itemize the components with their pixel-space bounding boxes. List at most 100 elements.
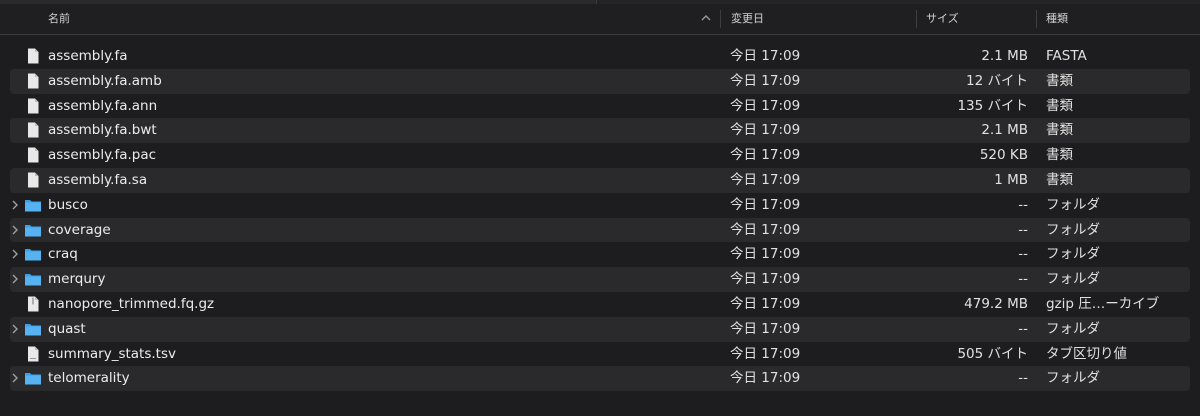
file-name: assembly.fa.amb xyxy=(48,72,162,89)
file-size: 2.1 MB xyxy=(981,122,1028,139)
modified-date: 今日 17:09 xyxy=(730,345,801,362)
file-kind: 書類 xyxy=(1046,122,1073,139)
folder-row[interactable]: busco 今日 17:09 -- フォルダ xyxy=(10,193,1190,218)
finder-list-view: 名前 変更日 サイズ 種類 assembly.fa 今日 17:09 2.1 MB F… xyxy=(0,0,1200,416)
file-kind: 書類 xyxy=(1046,171,1073,188)
document-icon xyxy=(28,98,39,114)
file-kind: タブ区切り値 xyxy=(1046,345,1127,362)
file-name: telomerality xyxy=(48,370,130,387)
file-size: 505 バイト xyxy=(957,345,1028,362)
column-header-name[interactable]: 名前 xyxy=(48,4,70,34)
modified-date: 今日 17:09 xyxy=(730,370,801,387)
column-header-date[interactable]: 変更日 xyxy=(731,4,764,34)
modified-date: 今日 17:09 xyxy=(730,48,801,64)
file-size: 135 バイト xyxy=(957,97,1028,114)
folder-row[interactable]: quast 今日 17:09 -- フォルダ xyxy=(10,316,1190,342)
folder-icon xyxy=(25,323,41,336)
file-size: -- xyxy=(1018,196,1028,213)
file-row[interactable]: nanopore_trimmed.fq.gz 今日 17:09 479.2 MB gz… xyxy=(10,292,1190,317)
file-size: -- xyxy=(1018,246,1028,263)
file-size: 2.1 MB xyxy=(981,48,1028,64)
modified-date: 今日 17:09 xyxy=(730,221,801,238)
document-icon xyxy=(28,48,39,64)
file-name: coverage xyxy=(48,221,111,238)
file-size: -- xyxy=(1018,221,1028,238)
modified-date: 今日 17:09 xyxy=(730,171,801,188)
file-size: -- xyxy=(1018,320,1028,337)
file-name: quast xyxy=(48,320,86,337)
file-row[interactable]: assembly.fa.amb 今日 17:09 12 バイト 書類 xyxy=(10,68,1190,94)
modified-date: 今日 17:09 xyxy=(730,320,801,337)
disclosure-chevron-icon[interactable] xyxy=(10,248,20,260)
disclosure-chevron-icon[interactable] xyxy=(10,199,20,211)
column-header-kind[interactable]: 種類 xyxy=(1046,4,1068,34)
disclosure-chevron-icon[interactable] xyxy=(10,372,20,384)
modified-date: 今日 17:09 xyxy=(730,147,801,164)
file-name: nanopore_trimmed.fq.gz xyxy=(48,295,215,312)
file-size: 520 KB xyxy=(979,147,1028,164)
file-kind: フォルダ xyxy=(1046,320,1100,337)
file-name: assembly.fa.bwt xyxy=(48,122,157,139)
file-kind: 書類 xyxy=(1046,147,1073,164)
file-kind: フォルダ xyxy=(1046,246,1100,263)
file-row[interactable]: assembly.fa.pac 今日 17:09 520 KB 書類 xyxy=(10,143,1190,168)
file-name: summary_stats.tsv xyxy=(48,345,176,362)
file-name: busco xyxy=(48,196,88,213)
file-size: 1 MB xyxy=(994,171,1028,188)
file-row[interactable]: summary_stats.tsv 今日 17:09 505 バイト タブ区切り値 xyxy=(10,342,1190,367)
folder-icon xyxy=(25,224,41,237)
disclosure-chevron-icon[interactable] xyxy=(10,323,20,335)
document-icon xyxy=(28,172,39,188)
file-size: 479.2 MB xyxy=(964,295,1028,312)
modified-date: 今日 17:09 xyxy=(730,122,801,139)
column-header-bar: 名前 変更日 サイズ 種類 xyxy=(0,4,1200,35)
modified-date: 今日 17:09 xyxy=(730,246,801,263)
file-name: assembly.fa.sa xyxy=(48,171,148,188)
file-kind: フォルダ xyxy=(1046,221,1100,238)
file-kind: FASTA xyxy=(1046,48,1087,64)
file-row[interactable]: assembly.fa 今日 17:09 2.1 MB FASTA xyxy=(10,44,1190,69)
column-divider[interactable] xyxy=(916,10,917,28)
file-name: assembly.fa xyxy=(48,48,128,64)
file-kind: 書類 xyxy=(1046,97,1073,114)
file-kind: フォルダ xyxy=(1046,271,1100,288)
folder-row[interactable]: telomerality 今日 17:09 -- フォルダ xyxy=(10,366,1190,392)
document-icon xyxy=(28,147,39,163)
modified-date: 今日 17:09 xyxy=(730,295,801,312)
file-name: merqury xyxy=(48,271,106,288)
sort-ascending-icon[interactable] xyxy=(700,12,712,24)
file-kind: 書類 xyxy=(1046,72,1073,89)
archive-icon xyxy=(28,296,39,312)
file-row[interactable]: assembly.fa.bwt 今日 17:09 2.1 MB 書類 xyxy=(10,118,1190,144)
column-divider[interactable] xyxy=(1036,10,1037,28)
file-kind: フォルダ xyxy=(1046,370,1100,387)
modified-date: 今日 17:09 xyxy=(730,271,801,288)
folder-icon xyxy=(25,373,41,385)
folder-row[interactable]: merqury 今日 17:09 -- フォルダ xyxy=(10,267,1190,292)
file-name: assembly.fa.ann xyxy=(48,97,158,114)
file-kind: フォルダ xyxy=(1046,196,1100,213)
folder-row[interactable]: craq 今日 17:09 -- フォルダ xyxy=(10,242,1190,267)
column-divider[interactable] xyxy=(720,10,721,28)
modified-date: 今日 17:09 xyxy=(730,196,801,213)
folder-icon xyxy=(25,199,41,212)
folder-row[interactable]: coverage 今日 17:09 -- フォルダ xyxy=(10,217,1190,243)
file-size: -- xyxy=(1018,370,1028,387)
modified-date: 今日 17:09 xyxy=(730,97,801,114)
document-icon xyxy=(28,73,39,89)
file-size: -- xyxy=(1018,271,1028,288)
file-size: 12 バイト xyxy=(966,72,1028,89)
file-row[interactable]: assembly.fa.sa 今日 17:09 1 MB 書類 xyxy=(10,167,1190,193)
file-name: assembly.fa.pac xyxy=(48,147,157,164)
column-header-size[interactable]: サイズ xyxy=(926,4,959,34)
file-kind: gzip 圧…ーカイブ xyxy=(1046,295,1160,312)
file-list: assembly.fa 今日 17:09 2.1 MB FASTA assembly.f… xyxy=(10,44,1190,392)
modified-date: 今日 17:09 xyxy=(730,72,801,89)
file-name: craq xyxy=(48,246,78,263)
disclosure-chevron-icon[interactable] xyxy=(10,224,20,236)
disclosure-chevron-icon[interactable] xyxy=(10,273,20,285)
document-icon xyxy=(28,122,39,138)
folder-icon xyxy=(25,249,41,261)
tsv-document-icon xyxy=(28,346,39,362)
file-row[interactable]: assembly.fa.ann 今日 17:09 135 バイト 書類 xyxy=(10,94,1190,119)
